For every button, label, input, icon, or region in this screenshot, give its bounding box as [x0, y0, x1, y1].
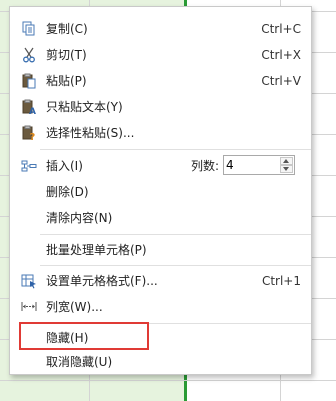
menu-item-label: 清除内容(N)	[46, 211, 113, 225]
menu-item-cut[interactable]: 剪切(T) Ctrl+X	[10, 42, 311, 68]
menu-item-label: 列宽(W)...	[46, 300, 103, 314]
grid-row-line	[0, 380, 336, 381]
menu-item-label: 复制(C)	[46, 22, 88, 36]
menu-item-batch-process[interactable]: 批量处理单元格(P)	[10, 237, 311, 263]
format-cells-icon	[21, 273, 37, 289]
menu-separator	[40, 234, 311, 235]
paste-special-icon: ?	[21, 125, 37, 143]
menu-item-copy[interactable]: 复制(C) Ctrl+C	[10, 16, 311, 42]
menu-item-label: 粘贴(P)	[46, 74, 87, 88]
insert-columns-stepper[interactable]	[223, 155, 295, 175]
svg-text:?: ?	[30, 132, 36, 141]
menu-item-format-cells[interactable]: 设置单元格格式(F)... Ctrl+1	[10, 268, 311, 294]
menu-item-label: 批量处理单元格(P)	[46, 243, 147, 257]
insert-columns-label: 列数:	[191, 159, 220, 173]
copy-icon	[21, 21, 37, 37]
stepper-down-button[interactable]	[280, 165, 293, 173]
menu-item-label: 插入(I)	[46, 159, 83, 173]
menu-item-clear-contents[interactable]: 清除内容(N)	[10, 205, 311, 231]
hide-highlight-box	[19, 322, 149, 350]
paste-icon	[21, 73, 37, 89]
insert-columns-input[interactable]	[226, 158, 280, 172]
chevron-up-icon	[283, 159, 289, 163]
column-width-icon	[21, 299, 37, 315]
menu-item-label: 取消隐藏(U)	[46, 355, 113, 369]
menu-item-shortcut: Ctrl+X	[261, 48, 301, 62]
menu-item-label: 只粘贴文本(Y)	[46, 100, 123, 114]
menu-item-insert[interactable]: 插入(I) 列数:	[10, 153, 311, 179]
menu-item-delete[interactable]: 删除(D)	[10, 179, 311, 205]
paste-text-icon: A	[21, 99, 37, 117]
menu-item-paste-text-only[interactable]: A 只粘贴文本(Y)	[10, 94, 311, 120]
menu-separator	[40, 265, 311, 266]
menu-item-paste[interactable]: 粘贴(P) Ctrl+V	[10, 68, 311, 94]
menu-item-column-width[interactable]: 列宽(W)...	[10, 294, 311, 320]
scissors-icon	[21, 47, 37, 63]
menu-item-label: 剪切(T)	[46, 48, 87, 62]
menu-item-shortcut: Ctrl+V	[261, 74, 301, 88]
menu-item-shortcut: Ctrl+1	[261, 274, 301, 288]
context-menu: 复制(C) Ctrl+C 剪切(T) Ctrl+X 粘贴(P) Ctrl+V A…	[9, 6, 312, 375]
menu-item-paste-special[interactable]: ? 选择性粘贴(S)...	[10, 120, 311, 146]
svg-text:A: A	[29, 107, 36, 115]
stepper-up-button[interactable]	[280, 157, 293, 165]
menu-separator	[40, 149, 311, 150]
menu-item-label: 设置单元格格式(F)...	[46, 274, 158, 288]
chevron-down-icon	[283, 167, 289, 171]
menu-item-label: 删除(D)	[46, 185, 89, 199]
menu-item-label: 选择性粘贴(S)...	[46, 126, 135, 140]
insert-icon	[21, 158, 37, 174]
menu-item-unhide[interactable]: 取消隐藏(U)	[10, 349, 311, 375]
menu-item-shortcut: Ctrl+C	[261, 22, 301, 36]
